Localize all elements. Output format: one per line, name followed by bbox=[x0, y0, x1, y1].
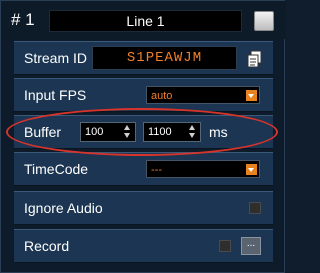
record-browse-button[interactable]: ... bbox=[241, 237, 261, 255]
stream-id-row: Stream ID S1PEAWJM bbox=[14, 41, 273, 75]
chevron-down-icon bbox=[246, 90, 257, 101]
stream-id-field[interactable]: S1PEAWJM bbox=[92, 46, 237, 70]
line-number: # 1 bbox=[11, 10, 35, 29]
line-panel: # 1 Line 1 Stream ID S1PEAWJM Input FPS … bbox=[0, 0, 286, 273]
ignore-audio-checkbox[interactable] bbox=[249, 202, 261, 214]
record-row: Record ... bbox=[14, 229, 273, 263]
enable-checkbox[interactable] bbox=[254, 11, 274, 31]
ignore-audio-label: Ignore Audio bbox=[24, 200, 103, 216]
timecode-label: TimeCode bbox=[24, 161, 89, 177]
timecode-row: TimeCode --- bbox=[14, 152, 273, 186]
buffer-highlight-ellipse bbox=[6, 108, 278, 156]
record-label: Record bbox=[24, 238, 70, 254]
timecode-value: --- bbox=[151, 164, 162, 176]
line-title-field[interactable]: Line 1 bbox=[49, 10, 242, 32]
input-fps-row: Input FPS auto bbox=[14, 78, 273, 112]
input-fps-value: auto bbox=[151, 90, 173, 102]
timecode-select[interactable]: --- bbox=[146, 160, 260, 178]
stream-id-label: Stream ID bbox=[24, 50, 88, 66]
chevron-down-icon bbox=[246, 164, 257, 175]
panel-header: # 1 Line 1 bbox=[1, 1, 286, 39]
ignore-audio-row: Ignore Audio bbox=[14, 191, 273, 225]
copy-icon[interactable] bbox=[247, 50, 263, 68]
input-fps-select[interactable]: auto bbox=[146, 86, 260, 104]
input-fps-label: Input FPS bbox=[24, 87, 87, 103]
record-checkbox[interactable] bbox=[219, 240, 231, 252]
